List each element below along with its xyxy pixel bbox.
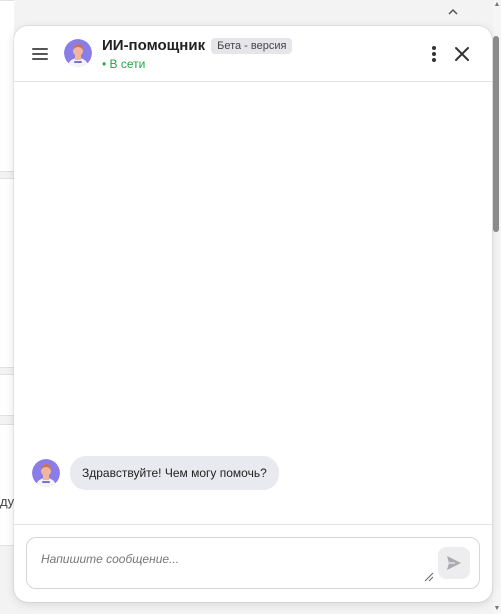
background-card [0, 374, 14, 416]
online-status: • В сети [102, 57, 146, 71]
scroll-down-arrow-icon[interactable]: ▼ [493, 604, 501, 614]
message-input-box [26, 537, 480, 589]
chat-window: ИИ-помощник Бета - версия • В сети Здрав… [14, 26, 492, 602]
more-vertical-icon [432, 46, 436, 50]
scroll-thumb[interactable] [493, 36, 499, 232]
assistant-title: ИИ-помощник [102, 37, 206, 54]
send-button[interactable] [438, 547, 470, 579]
assistant-avatar [64, 39, 92, 67]
background-card [0, 0, 14, 172]
background-card [0, 424, 14, 546]
assistant-message-bubble: Здравствуйте! Чем могу помочь? [70, 456, 279, 490]
background-card [0, 178, 14, 368]
close-icon [455, 47, 469, 61]
send-icon [447, 556, 461, 570]
message-list[interactable]: Здравствуйте! Чем могу помочь? [14, 82, 492, 524]
composer [14, 524, 492, 602]
chat-header: ИИ-помощник Бета - версия • В сети [14, 26, 492, 82]
menu-icon [32, 48, 48, 50]
message-input[interactable] [41, 546, 421, 586]
background-text-fragment: ду [0, 494, 15, 509]
resize-handle-icon[interactable] [424, 572, 434, 582]
message-row: Здравствуйте! Чем могу помочь? [32, 456, 279, 490]
chat-scrollbar[interactable] [492, 26, 501, 602]
scroll-up-arrow-icon[interactable]: ▲ [493, 0, 501, 10]
title-row: ИИ-помощник Бета - версия [102, 37, 293, 54]
assistant-avatar [32, 459, 60, 487]
menu-button[interactable] [28, 42, 52, 66]
beta-badge: Бета - версия [211, 37, 293, 54]
more-options-button[interactable] [422, 42, 446, 66]
chevron-up-icon[interactable] [448, 6, 458, 18]
close-button[interactable] [450, 42, 474, 66]
